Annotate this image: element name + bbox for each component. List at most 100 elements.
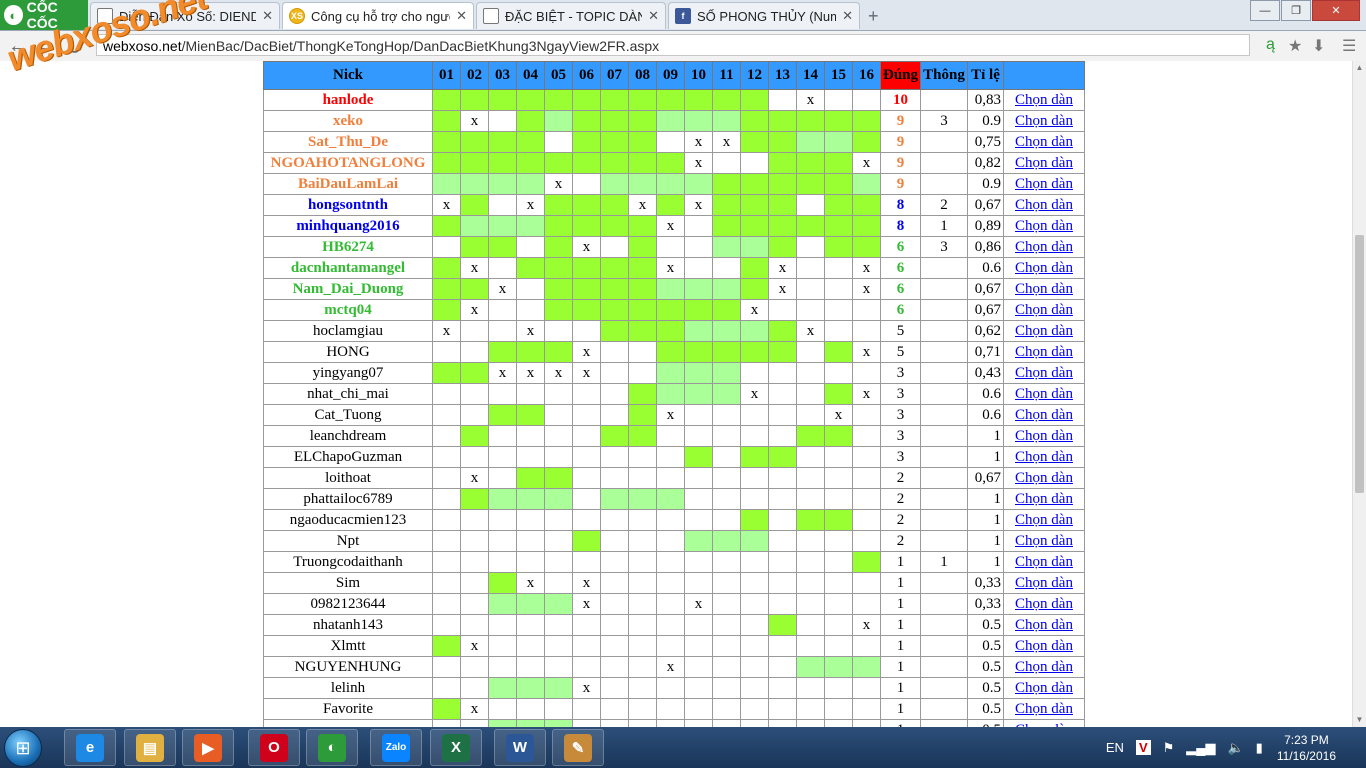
chon-dan-link[interactable]: Chọn dàn [1015,113,1073,129]
new-tab-button[interactable]: + [868,6,879,27]
day-cell [740,320,769,342]
close-tab-icon[interactable]: ✕ [842,8,853,24]
language-indicator[interactable]: EN [1106,740,1124,755]
chon-dan-link[interactable]: Chọn dàn [1015,302,1073,318]
day-cell [712,635,741,657]
day-cell [796,530,825,552]
day-cell [488,215,517,237]
day-cell: x [740,299,769,321]
nick-cell: NGUYENHUNG [263,656,433,678]
day-cell [852,719,881,727]
chon-dan-link[interactable]: Chọn dàn [1015,554,1073,570]
antivirus-icon[interactable]: V [1135,740,1151,755]
chon-dan-link[interactable]: Chọn dàn [1015,680,1073,696]
chon-dan-link[interactable]: Chọn dàn [1015,281,1073,297]
close-window-button[interactable]: ✕ [1312,0,1360,21]
taskbar-word[interactable]: W [494,729,546,766]
day-cell [740,341,769,363]
taskbar-coccoc[interactable]: ◐ [306,729,358,766]
vertical-scrollbar[interactable]: ▲ ▼ [1352,61,1366,727]
taskbar-paint[interactable]: ✎ [552,729,604,766]
download-icon[interactable]: ⬇ [1312,36,1325,56]
chon-dan-link[interactable]: Chọn dàn [1015,92,1073,108]
start-button[interactable]: ⊞ [4,729,42,767]
close-tab-icon[interactable]: ✕ [456,8,467,24]
day-cell [712,572,741,594]
chon-dan-link[interactable]: Chọn dàn [1015,386,1073,402]
day-cell [796,131,825,153]
chon-dan-link[interactable]: Chọn dàn [1015,407,1073,423]
chon-dan-link[interactable]: Chọn dàn [1015,134,1073,150]
chon-dan-link[interactable]: Chọn dàn [1015,512,1073,528]
day-cell: x [684,593,713,615]
minimize-button[interactable]: — [1250,0,1280,21]
taskbar-zalo[interactable]: Zalo [370,729,422,766]
chon-dan-link[interactable]: Chọn dàn [1015,491,1073,507]
chon-dan-link[interactable]: Chọn dàn [1015,701,1073,717]
browser-tab-3[interactable]: ĐẶC BIỆT - TOPIC DÀN ĐẶ ✕ [476,2,666,29]
chon-dan-link[interactable]: Chọn dàn [1015,323,1073,339]
scroll-up-icon[interactable]: ▲ [1353,61,1366,75]
chon-dan-link[interactable]: Chọn dàn [1015,596,1073,612]
day-cell [768,383,797,405]
day-cell [796,551,825,573]
url-input[interactable]: webxoso.net/MienBac/DacBiet/ThongKeTongH… [96,34,1250,56]
browser-tab-2[interactable]: XS Công cụ hỗ trợ cho người ✕ [282,2,474,29]
menu-icon[interactable]: ☰ [1342,36,1356,56]
chon-dan-link[interactable]: Chọn dàn [1015,218,1073,234]
chon-dan-link[interactable]: Chọn dàn [1015,533,1073,549]
day-cell [600,215,629,237]
tile-cell: 0,67 [967,467,1004,489]
chon-dan-link[interactable]: Chọn dàn [1015,344,1073,360]
scroll-down-icon[interactable]: ▼ [1353,713,1366,727]
table-row: hongsontnth x x x x 8 2 0,67 Chọn dàn [263,194,1085,216]
day-cell [712,278,741,300]
day-cell: x [572,236,601,258]
translate-icon[interactable]: ą [1266,36,1275,54]
day-cell [768,656,797,678]
day-cell [460,404,489,426]
chon-dan-link[interactable]: Chọn dàn [1015,176,1073,192]
day-cell [796,173,825,195]
day-cell [656,236,685,258]
chon-dan-link[interactable]: Chọn dàn [1015,365,1073,381]
chon-dan-link[interactable]: Chọn dàn [1015,575,1073,591]
chon-dan-link[interactable]: Chọn dàn [1015,155,1073,171]
chon-dan-link[interactable]: Chọn dàn [1015,449,1073,465]
chon-dan-link[interactable]: Chọn dàn [1015,470,1073,486]
tray-flag-icon[interactable]: ⚑ [1163,740,1175,756]
chon-dan-link[interactable]: Chọn dàn [1015,638,1073,654]
maximize-button[interactable]: ❐ [1281,0,1311,21]
chon-dan-link[interactable]: Chọn dàn [1015,239,1073,255]
taskbar-media-player[interactable]: ▶ [182,729,234,766]
day-cell [544,698,573,720]
network-icon[interactable]: ▂▄▆ [1186,740,1215,756]
day-cell [796,278,825,300]
chon-dan-link[interactable]: Chọn dàn [1015,197,1073,213]
day-cell [628,173,657,195]
chon-dan-link[interactable]: Chọn dàn [1015,659,1073,675]
chon-dan-link[interactable]: Chọn dàn [1015,617,1073,633]
scrollbar-thumb[interactable] [1355,235,1364,493]
chon-dan-link[interactable]: Chọn dàn [1015,260,1073,276]
close-tab-icon[interactable]: ✕ [262,8,273,24]
close-tab-icon[interactable]: ✕ [648,8,659,24]
volume-icon[interactable]: 🔈 [1227,740,1243,756]
clock[interactable]: 7:23 PM 11/16/2016 [1277,732,1336,764]
battery-icon[interactable]: ▮ [1256,740,1263,756]
thong-cell [920,446,968,468]
taskbar-opera[interactable]: O [248,729,300,766]
dung-cell: 9 [880,152,921,174]
chon-dan-link[interactable]: Chọn dàn [1015,428,1073,444]
browser-tab-4[interactable]: f SỐ PHONG THỦY (Numero ✕ [668,2,860,29]
taskbar-excel[interactable]: X [430,729,482,766]
day-cell [684,341,713,363]
day-cell [516,656,545,678]
taskbar-file-explorer[interactable]: ▤ [124,729,176,766]
day-cell [824,635,853,657]
taskbar-internet-explorer[interactable]: e [64,729,116,766]
header-action [1003,61,1085,90]
day-cell: x [628,194,657,216]
day-cell [544,614,573,636]
bookmark-star-icon[interactable]: ★ [1288,36,1302,56]
